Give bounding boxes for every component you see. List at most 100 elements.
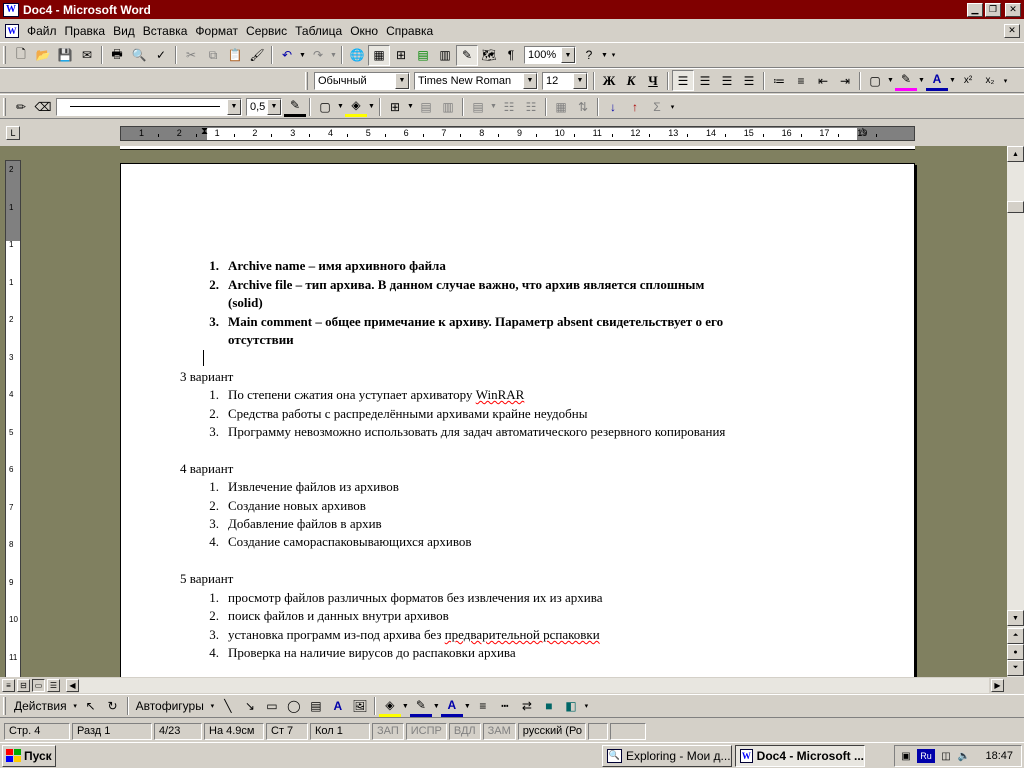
normal-view-icon[interactable]: ≡: [2, 679, 15, 692]
menu-edit[interactable]: Правка: [61, 24, 110, 38]
print-icon[interactable]: 🖶: [106, 45, 128, 66]
tab-selector-icon[interactable]: L: [6, 126, 20, 140]
volume-icon[interactable]: 🔈: [957, 749, 971, 763]
vertical-scrollbar[interactable]: ▲ ▼ ⏶ ● ⏷: [1007, 146, 1024, 677]
status-rec[interactable]: ЗАП: [372, 722, 404, 740]
borders-icon[interactable]: ▢: [864, 70, 886, 91]
bullets-icon[interactable]: ≡: [790, 70, 812, 91]
insert-table-dropdown-icon[interactable]: ▼: [406, 103, 415, 110]
toolbar-options-icon[interactable]: ▾: [609, 51, 618, 59]
border-color-icon[interactable]: ✎: [284, 96, 306, 117]
toolbar-grip[interactable]: [3, 97, 6, 116]
show-formatting-icon[interactable]: ¶: [500, 45, 522, 66]
minimize-button[interactable]: ▁: [967, 2, 983, 17]
text-box-icon[interactable]: ▤: [305, 696, 327, 717]
shadow-icon[interactable]: ■: [538, 696, 560, 717]
actions-menu[interactable]: Действия: [10, 699, 71, 713]
justify-icon[interactable]: ☰: [738, 70, 760, 91]
menu-insert[interactable]: Вставка: [139, 24, 192, 38]
free-rotate-icon[interactable]: ↻: [102, 696, 124, 717]
menu-file[interactable]: Файл: [23, 24, 61, 38]
scroll-left-icon[interactable]: ◀: [66, 679, 79, 692]
task-word[interactable]: W Doc4 - Microsoft ...: [735, 744, 865, 767]
scroll-down-icon[interactable]: ▼: [1007, 610, 1024, 626]
3d-icon[interactable]: ◧: [560, 696, 582, 717]
tray-network-icon[interactable]: ◫: [939, 749, 953, 763]
tables-borders-icon[interactable]: ▦: [368, 44, 390, 66]
table-autoformat-icon[interactable]: ▦: [550, 96, 572, 117]
arrow-style-icon[interactable]: ⇄: [516, 696, 538, 717]
scroll-right-icon[interactable]: ▶: [991, 679, 1004, 692]
draw-table-pencil-icon[interactable]: ✏: [10, 96, 32, 117]
close-button[interactable]: ✕: [1005, 2, 1021, 17]
merge-cells-icon[interactable]: ▤: [415, 96, 437, 117]
autosum-icon[interactable]: Σ: [646, 96, 668, 117]
line-color-icon[interactable]: ✎: [409, 696, 432, 717]
superscript-icon[interactable]: x²: [957, 70, 979, 91]
font-select[interactable]: Times New Roman ▼: [414, 71, 538, 90]
outside-border-icon[interactable]: ▢: [314, 96, 336, 117]
select-objects-icon[interactable]: ↖: [80, 696, 102, 717]
text-direction-icon[interactable]: ⇅: [572, 96, 594, 117]
start-button[interactable]: Пуск: [2, 744, 56, 767]
toolbar-options-icon[interactable]: ▾: [668, 103, 677, 111]
indent-marker-icon[interactable]: ⧗: [201, 126, 208, 137]
border-dropdown-icon[interactable]: ▼: [336, 103, 345, 110]
style-dropdown-icon[interactable]: ▼: [395, 72, 409, 89]
toolbar-options-icon[interactable]: ▾: [582, 702, 591, 710]
toolbar-grip[interactable]: [3, 697, 6, 715]
menu-view[interactable]: Вид: [109, 24, 139, 38]
task-exploring[interactable]: 🔍 Exploring - Мои д...: [602, 744, 732, 767]
line-style-dropdown-icon[interactable]: ▼: [227, 98, 241, 115]
language-indicator[interactable]: Ru: [917, 749, 935, 763]
actions-dropdown-icon[interactable]: ▾: [71, 702, 80, 710]
align-center-icon[interactable]: ☰: [694, 70, 716, 91]
document-icon[interactable]: W: [5, 23, 19, 38]
format-painter-icon[interactable]: 🖌: [246, 45, 268, 66]
fill-color-dropdown-icon[interactable]: ▼: [401, 703, 410, 710]
help-icon[interactable]: ?: [578, 45, 600, 66]
status-language[interactable]: русский (Ро: [517, 722, 586, 740]
drawing-font-color-dropdown-icon[interactable]: ▼: [463, 703, 472, 710]
toolbar-grip[interactable]: [305, 71, 308, 90]
align-right-icon[interactable]: ☰: [716, 70, 738, 91]
spelling-icon[interactable]: ✓: [150, 45, 172, 66]
menu-window[interactable]: Окно: [346, 24, 382, 38]
menu-format[interactable]: Формат: [191, 24, 242, 38]
word-app-icon[interactable]: W: [3, 2, 19, 17]
help-dropdown-icon[interactable]: ▼: [600, 52, 609, 59]
insert-table-icon[interactable]: ⊞: [390, 45, 412, 66]
restore-button[interactable]: ❐: [985, 2, 1001, 17]
font-color-dropdown-icon[interactable]: ▼: [948, 77, 957, 84]
oval-icon[interactable]: ◯: [283, 696, 305, 717]
subscript-icon[interactable]: x₂: [979, 70, 1001, 91]
drawing-font-color-icon[interactable]: A: [440, 696, 463, 717]
highlight-dropdown-icon[interactable]: ▼: [917, 77, 926, 84]
bold-button[interactable]: Ж: [598, 70, 620, 91]
borders-dropdown-icon[interactable]: ▼: [886, 77, 895, 84]
email-icon[interactable]: ✉: [76, 45, 98, 66]
document-map-icon[interactable]: 🗺: [478, 45, 500, 66]
status-trk[interactable]: ИСПР: [405, 722, 447, 740]
align-left-icon[interactable]: ☰: [672, 70, 694, 91]
dash-style-icon[interactable]: ┅: [494, 696, 516, 717]
line-color-dropdown-icon[interactable]: ▼: [432, 703, 441, 710]
increase-indent-icon[interactable]: ⇥: [834, 70, 856, 91]
open-folder-icon[interactable]: 📂: [32, 45, 54, 66]
vertical-ruler[interactable]: 2 1 1 1 2 3 4 5 6 7 8 9 10 11: [5, 160, 21, 677]
web-layout-icon[interactable]: ⊟: [17, 679, 30, 692]
toolbar-grip[interactable]: [3, 46, 6, 64]
font-color-icon[interactable]: A: [926, 70, 948, 91]
new-document-icon[interactable]: 🗋: [10, 45, 32, 66]
columns-icon[interactable]: ▥: [434, 45, 456, 66]
menu-table[interactable]: Таблица: [291, 24, 346, 38]
underline-button[interactable]: Ч: [642, 70, 664, 91]
highlight-icon[interactable]: ✎: [895, 70, 917, 91]
menu-tools[interactable]: Сервис: [242, 24, 291, 38]
right-indent-marker-icon[interactable]: △: [859, 126, 867, 137]
line-weight-dropdown-icon[interactable]: ▼: [267, 98, 281, 115]
sort-ascending-icon[interactable]: ↓: [602, 96, 624, 117]
eraser-icon[interactable]: ⌫: [32, 96, 54, 117]
status-ext[interactable]: ВДЛ: [448, 722, 481, 740]
menu-help[interactable]: Справка: [382, 24, 437, 38]
